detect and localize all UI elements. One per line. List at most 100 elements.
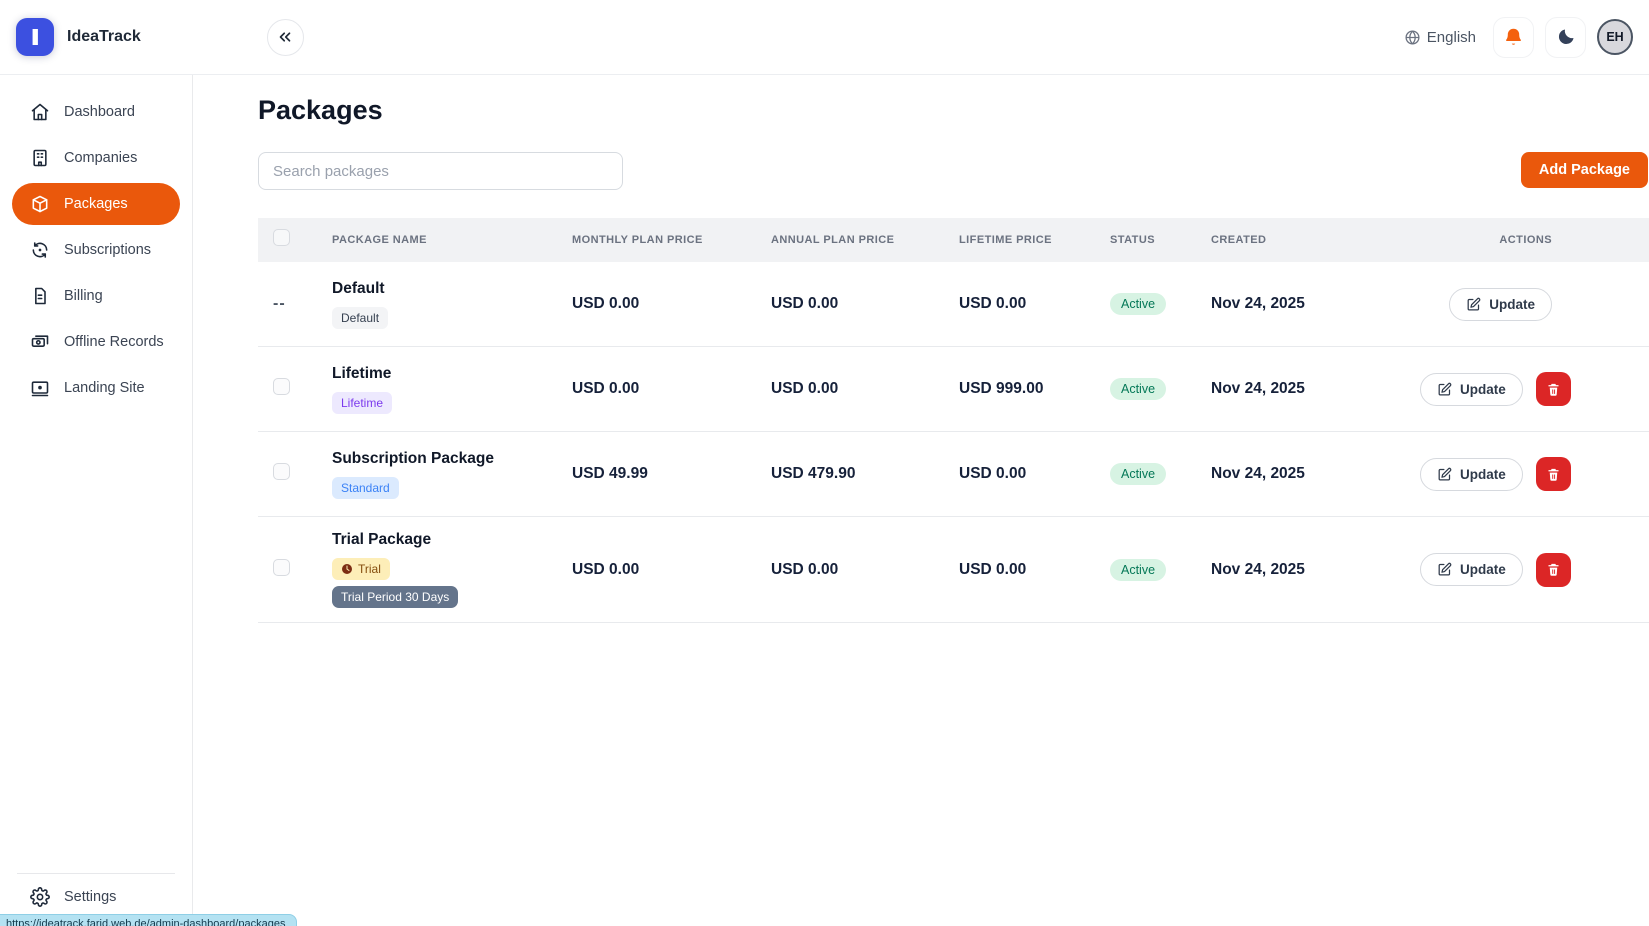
- dark-mode-toggle[interactable]: [1545, 17, 1586, 58]
- lifetime-price: USD 999.00: [959, 380, 1110, 398]
- update-button[interactable]: Update: [1420, 458, 1523, 491]
- trial-badge-label: Trial: [358, 562, 381, 576]
- table-row-trial: Trial Package Trial Trial Period 30 Days…: [258, 517, 1649, 623]
- update-button[interactable]: Update: [1420, 553, 1523, 586]
- sidebar-item-label: Settings: [64, 889, 116, 905]
- table-row-lifetime: Lifetime Lifetime USD 0.00 USD 0.00 USD …: [258, 347, 1649, 432]
- clock-icon: [341, 563, 353, 575]
- sidebar-item-landing-site[interactable]: Landing Site: [12, 367, 180, 409]
- created-date: Nov 24, 2025: [1211, 380, 1420, 398]
- sidebar-item-billing[interactable]: Billing: [12, 275, 180, 317]
- sidebar-item-settings[interactable]: Settings: [12, 876, 180, 918]
- app-logo: I: [16, 18, 54, 56]
- link-preview-statusbar: https://ideatrack.farid.web.de/admin-das…: [0, 914, 297, 926]
- package-type-badge: Lifetime: [332, 392, 392, 414]
- update-button[interactable]: Update: [1449, 288, 1552, 321]
- edit-icon: [1437, 382, 1452, 397]
- search-input[interactable]: [258, 152, 623, 190]
- monthly-price: USD 0.00: [572, 380, 771, 398]
- double-chevron-left-icon: [276, 28, 294, 46]
- document-icon: [30, 286, 50, 306]
- sidebar-item-label: Landing Site: [64, 380, 145, 396]
- packages-table: PACKAGE NAME MONTHLY PLAN PRICE ANNUAL P…: [258, 218, 1649, 623]
- sidebar-item-label: Dashboard: [64, 104, 135, 120]
- col-header-actions: ACTIONS: [1420, 234, 1649, 246]
- row-checkbox[interactable]: [273, 463, 290, 480]
- created-date: Nov 24, 2025: [1211, 561, 1420, 579]
- user-avatar[interactable]: EH: [1597, 19, 1633, 55]
- update-button-label: Update: [1460, 562, 1506, 577]
- col-header-lifetime-price: LIFETIME PRICE: [959, 234, 1110, 246]
- delete-button[interactable]: [1536, 372, 1571, 406]
- add-package-button[interactable]: Add Package: [1521, 152, 1648, 188]
- status-badge: Active: [1110, 559, 1166, 581]
- package-name: Trial Package: [332, 531, 572, 549]
- sidebar-item-companies[interactable]: Companies: [12, 137, 180, 179]
- edit-icon: [1466, 297, 1481, 312]
- home-icon: [30, 102, 50, 122]
- annual-price: USD 0.00: [771, 380, 959, 398]
- row-checkbox[interactable]: [273, 559, 290, 576]
- update-button[interactable]: Update: [1420, 373, 1523, 406]
- sidebar-item-label: Subscriptions: [64, 242, 151, 258]
- table-header-row: PACKAGE NAME MONTHLY PLAN PRICE ANNUAL P…: [258, 218, 1649, 262]
- package-icon: [30, 194, 50, 214]
- edit-icon: [1437, 562, 1452, 577]
- update-button-label: Update: [1460, 467, 1506, 482]
- gear-icon: [30, 887, 50, 907]
- link-preview-url: https://ideatrack.farid.web.de/admin-das…: [6, 918, 285, 926]
- sidebar-item-dashboard[interactable]: Dashboard: [12, 91, 180, 133]
- sidebar-item-label: Companies: [64, 150, 137, 166]
- status-badge: Active: [1110, 293, 1166, 315]
- annual-price: USD 479.90: [771, 465, 959, 483]
- trash-icon: [1546, 382, 1561, 397]
- bell-icon: [1503, 27, 1524, 48]
- language-label: English: [1427, 29, 1476, 46]
- package-name: Subscription Package: [332, 450, 572, 468]
- update-button-label: Update: [1460, 382, 1506, 397]
- lifetime-price: USD 0.00: [959, 295, 1110, 313]
- table-row-default: -- Default Default USD 0.00 USD 0.00 USD…: [258, 262, 1649, 347]
- brand-name: IdeaTrack: [67, 28, 141, 46]
- cash-icon: [30, 332, 50, 352]
- col-header-package-name: PACKAGE NAME: [332, 234, 572, 246]
- row-checkbox[interactable]: [273, 378, 290, 395]
- package-type-badge: Trial: [332, 558, 390, 580]
- sidebar-item-packages[interactable]: Packages: [12, 183, 180, 225]
- monitor-gear-icon: [30, 378, 50, 398]
- package-type-badge: Standard: [332, 477, 399, 499]
- trash-icon: [1546, 562, 1561, 577]
- sidebar-item-label: Offline Records: [64, 334, 164, 350]
- created-date: Nov 24, 2025: [1211, 465, 1420, 483]
- table-body: -- Default Default USD 0.00 USD 0.00 USD…: [258, 262, 1649, 623]
- status-badge: Active: [1110, 463, 1166, 485]
- avatar-initials: EH: [1606, 30, 1623, 44]
- table-row-subscription: Subscription Package Standard USD 49.99 …: [258, 432, 1649, 517]
- sidebar-collapse-button[interactable]: [267, 19, 304, 56]
- topbar-right-cluster: English EH: [1404, 17, 1633, 58]
- trial-period-badge: Trial Period 30 Days: [332, 586, 458, 608]
- select-all-checkbox[interactable]: [273, 229, 290, 246]
- monthly-price: USD 0.00: [572, 561, 771, 579]
- col-header-created: CREATED: [1211, 234, 1420, 246]
- sidebar-item-subscriptions[interactable]: Subscriptions: [12, 229, 180, 271]
- refresh-circle-icon: [30, 240, 50, 260]
- controls-row: Add Package: [258, 152, 1649, 190]
- language-selector[interactable]: English: [1404, 29, 1476, 46]
- delete-button[interactable]: [1536, 457, 1571, 491]
- lifetime-price: USD 0.00: [959, 465, 1110, 483]
- created-date: Nov 24, 2025: [1211, 295, 1420, 313]
- page-title: Packages: [258, 95, 1649, 126]
- sidebar-item-label: Packages: [64, 196, 128, 212]
- edit-icon: [1437, 467, 1452, 482]
- delete-button[interactable]: [1536, 553, 1571, 587]
- package-name: Default: [332, 280, 572, 298]
- status-badge: Active: [1110, 378, 1166, 400]
- package-name: Lifetime: [332, 365, 572, 383]
- logo-letter: I: [30, 26, 40, 49]
- sidebar: Dashboard Companies Packages Subscriptio…: [0, 75, 193, 926]
- notifications-button[interactable]: [1493, 17, 1534, 58]
- col-header-status: STATUS: [1110, 234, 1211, 246]
- monthly-price: USD 49.99: [572, 465, 771, 483]
- sidebar-item-offline-records[interactable]: Offline Records: [12, 321, 180, 363]
